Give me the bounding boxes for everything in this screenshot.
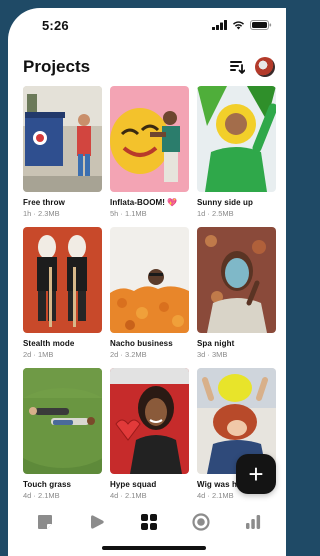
home-indicator xyxy=(102,546,206,550)
project-name: Touch grass xyxy=(23,480,72,489)
project-name: Free throw xyxy=(23,198,65,207)
tab-play[interactable] xyxy=(85,510,109,534)
project-meta: 5h · 1.1MB xyxy=(110,209,147,218)
tab-stats[interactable] xyxy=(241,510,265,534)
project-name: Stealth mode xyxy=(23,339,75,348)
tab-bar xyxy=(8,506,286,542)
plus-icon: + xyxy=(248,459,264,489)
new-project-button[interactable]: + xyxy=(236,454,276,494)
record-icon xyxy=(192,513,210,531)
page-title: Projects xyxy=(23,57,91,76)
project-meta: 4d · 2.1MB xyxy=(110,491,147,500)
play-icon xyxy=(91,515,104,529)
project-thumbnail xyxy=(23,86,102,192)
drafts-icon xyxy=(38,515,52,529)
project-thumbnail xyxy=(110,227,189,333)
grid-icon xyxy=(141,514,157,530)
project-card[interactable]: Inflata-BOOM! 💖 5h · 1.1MB xyxy=(110,86,189,218)
project-meta: 3d · 3MB xyxy=(197,350,228,359)
project-name: Sunny side up xyxy=(197,198,253,207)
project-meta: 2d · 3.2MB xyxy=(110,350,147,359)
header: Projects xyxy=(8,46,286,78)
phone-screen: 5:26 Projects Free throw 1h · 2.3MB Infl… xyxy=(8,8,286,556)
project-name: Inflata-BOOM! 💖 xyxy=(110,198,178,207)
status-icons xyxy=(212,20,272,30)
project-card[interactable]: Nacho business 2d · 3.2MB xyxy=(110,227,189,359)
sort-button[interactable] xyxy=(229,59,246,75)
tab-record[interactable] xyxy=(189,510,213,534)
project-card[interactable]: Stealth mode 2d · 1MB xyxy=(23,227,102,359)
wifi-icon xyxy=(233,21,244,30)
project-thumbnail xyxy=(197,227,276,333)
project-name: Nacho business xyxy=(110,339,173,348)
project-thumbnail xyxy=(23,227,102,333)
project-meta: 4d · 2.1MB xyxy=(23,491,60,500)
project-card[interactable]: Sunny side up 1d · 2.5MB xyxy=(197,86,276,218)
tab-projects[interactable] xyxy=(137,510,161,534)
project-thumbnail xyxy=(110,368,189,474)
status-bar: 5:26 xyxy=(8,8,286,44)
tab-drafts[interactable] xyxy=(33,510,57,534)
project-card[interactable]: Spa night 3d · 3MB xyxy=(197,227,276,359)
signal-icon xyxy=(212,20,227,30)
project-meta: 1h · 2.3MB xyxy=(23,209,60,218)
project-meta: 2d · 1MB xyxy=(23,350,54,359)
stats-icon xyxy=(246,515,261,529)
sort-icon xyxy=(230,61,246,74)
project-name: Hype squad xyxy=(110,480,157,489)
project-card[interactable]: Free throw 1h · 2.3MB xyxy=(23,86,102,218)
project-name: Spa night xyxy=(197,339,235,348)
project-thumbnail xyxy=(197,86,276,192)
avatar[interactable] xyxy=(255,57,275,77)
project-meta: 1d · 2.5MB xyxy=(197,209,234,218)
project-card[interactable]: Hype squad 4d · 2.1MB xyxy=(110,368,189,500)
status-time: 5:26 xyxy=(42,18,69,33)
project-thumbnail xyxy=(110,86,189,192)
project-thumbnail xyxy=(23,368,102,474)
battery-icon xyxy=(250,20,272,30)
project-card[interactable]: Touch grass 4d · 2.1MB xyxy=(23,368,102,500)
